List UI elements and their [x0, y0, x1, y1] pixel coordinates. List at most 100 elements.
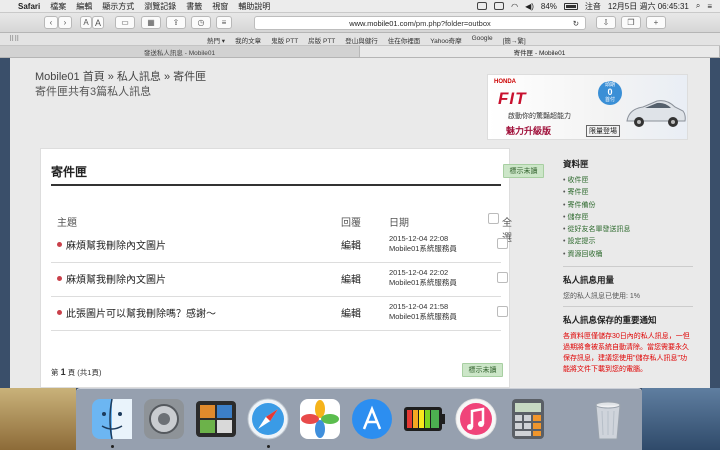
mark-unread-button-top[interactable]: 標示未讀 [503, 164, 544, 178]
screen-share-icon[interactable] [477, 2, 488, 10]
edit-link[interactable]: 編輯 [341, 271, 361, 286]
breadcrumb[interactable]: Mobile01 首頁 » 私人訊息 » 寄件匣 [35, 68, 206, 84]
sidebar-item-saved[interactable]: 儲存匣 [563, 212, 693, 224]
dock [76, 388, 642, 450]
history-button[interactable]: ◷ [191, 16, 211, 29]
safari-icon[interactable] [246, 397, 290, 441]
calculator-icon[interactable] [506, 397, 550, 441]
share-button[interactable]: ⇪ [166, 16, 186, 29]
menu-edit[interactable]: 編輯 [76, 1, 92, 12]
date-text: 2015-12-04 22:02 [389, 268, 449, 277]
menu-window[interactable]: 視窗 [212, 1, 228, 12]
battery-app-icon[interactable] [402, 397, 446, 441]
download-icon: ⇩ [602, 18, 610, 27]
fav-item[interactable]: Google [472, 35, 493, 45]
sidebar: 資料匣 收件匣 寄件匣 寄件備份 儲存匣 從好友名單發送訊息 設定提示 資源回收… [563, 158, 693, 375]
unread-dot-icon [57, 310, 62, 315]
reload-icon[interactable]: ↻ [573, 19, 579, 28]
row-checkbox[interactable] [497, 306, 508, 317]
address-host: www.mobile01.com [349, 18, 414, 28]
menu-app-name[interactable]: Safari [18, 2, 40, 11]
fav-item[interactable]: 登山與健行 [345, 35, 378, 45]
select-all-checkbox[interactable] [488, 213, 499, 224]
fav-item[interactable]: 我的文章 [235, 35, 261, 45]
downloads-button[interactable]: ⇩ [596, 16, 616, 29]
browser-toolbar: ‹ › A A ▭ ▦ ⇪ ◷ ≡ www.mobile01.com/pm.ph… [0, 13, 720, 33]
input-method[interactable]: 注音 [585, 1, 601, 12]
fav-item[interactable]: [簡→繁] [503, 35, 526, 45]
row-checkbox[interactable] [497, 238, 508, 249]
menu-bookmarks[interactable]: 書籤 [186, 1, 202, 12]
fav-item[interactable]: Yahoo奇摩 [430, 35, 461, 45]
fav-item[interactable]: 鬼版 PTT [271, 35, 298, 45]
col-date: 日期 [389, 218, 409, 229]
photos-icon[interactable] [298, 397, 342, 441]
message-subject[interactable]: 此張圖片可以幫我刪除嗎？感謝～ [66, 305, 216, 320]
menu-file[interactable]: 檔案 [50, 1, 66, 12]
sidebar-item-inbox[interactable]: 收件匣 [563, 175, 693, 187]
top-sites-icon[interactable]: ⠿⠿ [9, 35, 19, 43]
trash-icon[interactable] [586, 397, 630, 441]
col-reply: 回覆 [341, 218, 361, 229]
font-larger-button[interactable]: A [92, 16, 104, 29]
fav-item[interactable]: 房版 PTT [308, 35, 335, 45]
battery-icon[interactable] [563, 2, 578, 10]
wifi-icon[interactable]: ◠ [511, 2, 518, 11]
reader-button[interactable]: ≡ [216, 16, 232, 29]
forward-button[interactable]: › [58, 16, 72, 29]
sidebar-item-notification-settings[interactable]: 設定提示 [563, 236, 693, 248]
address-bar[interactable]: www.mobile01.com/pm.php?folder=outbox ↻ [254, 16, 586, 30]
menu-history[interactable]: 瀏覽記錄 [144, 1, 176, 12]
date-text: 2015-12-04 22:08 [389, 234, 449, 243]
itunes-icon[interactable] [454, 397, 498, 441]
activity-icon[interactable] [194, 397, 238, 441]
edit-link[interactable]: 編輯 [341, 237, 361, 252]
reader-icon: ≡ [221, 18, 227, 27]
message-subject[interactable]: 麻煩幫我刪除內文圖片 [66, 271, 166, 286]
back-button[interactable]: ‹ [44, 16, 58, 29]
pager-current[interactable]: 1 [61, 367, 66, 377]
pager-prefix: 第 [51, 368, 59, 377]
badge-bot: 首付 [604, 96, 615, 103]
system-preferences-icon[interactable] [142, 397, 186, 441]
fav-item[interactable]: 住在你裡面 [388, 35, 421, 45]
show-all-tabs-button[interactable]: ▦ [141, 16, 161, 29]
menu-help[interactable]: 輔助說明 [238, 1, 270, 12]
mark-unread-button-bottom[interactable]: 標示未讀 [462, 363, 503, 377]
tabs-overview-button[interactable]: ❐ [621, 16, 641, 29]
banner-tagline: 啟動你的驚豔超能力 [508, 113, 571, 120]
font-smaller-button[interactable]: A [80, 16, 92, 29]
banner-brand: HONDA [494, 79, 516, 85]
fav-item[interactable]: 熱門 ▾ [207, 35, 225, 45]
col-subject: 主題 [57, 218, 77, 229]
edit-link[interactable]: 編輯 [341, 305, 361, 320]
message-date: 2015-12-04 21:58 Mobile01系統服務員 [389, 302, 457, 322]
sidebar-item-sent-backup[interactable]: 寄件備份 [563, 200, 693, 212]
tab-send-message[interactable]: 發送私人訊息 - Mobile01 [0, 46, 360, 57]
outbox-panel: 寄件匣 標示未讀 主題 回覆 日期 全選 麻煩幫我刪除內文圖片 編輯 2015-… [40, 148, 544, 388]
menu-clock[interactable]: 12月5日 週六 06:45:31 [608, 1, 689, 12]
sender-text: Mobile01系統服務員 [389, 278, 457, 287]
app-store-icon[interactable] [350, 397, 394, 441]
tab-outbox[interactable]: 寄件匣 - Mobile01 [360, 46, 720, 57]
notification-center-icon[interactable]: ≡ [707, 2, 712, 11]
display-icon[interactable] [494, 2, 505, 10]
usage-section: 私人訊息用量 您的私人訊息已使用: 1% [563, 274, 693, 308]
sidebar-toggle-button[interactable]: ▭ [115, 16, 135, 29]
ad-banner[interactable]: HONDA FIT 啟動你的驚豔超能力 魅力升級版 限量登場 ≫ 頭期 0 首付 [487, 74, 688, 140]
spotlight-icon[interactable]: ⌕ [696, 1, 700, 11]
tab-bar: 發送私人訊息 - Mobile01 寄件匣 - Mobile01 [0, 46, 720, 58]
car-image [626, 100, 686, 127]
table-row: 麻煩幫我刪除內文圖片 編輯 2015-12-04 22:08 Mobile01系… [51, 229, 508, 263]
sidebar-item-send-from-friends[interactable]: 從好友名單發送訊息 [563, 224, 693, 236]
menu-view[interactable]: 顯示方式 [102, 1, 134, 12]
sidebar-item-trash[interactable]: 資源回收桶 [563, 249, 693, 261]
new-tab-button[interactable]: + [646, 16, 666, 29]
notice-title: 私人訊息保存的重要通知 [563, 315, 657, 326]
finder-icon[interactable] [90, 397, 134, 441]
chevron-left-icon: ‹ [49, 18, 53, 27]
message-subject[interactable]: 麻煩幫我刪除內文圖片 [66, 237, 166, 252]
row-checkbox[interactable] [497, 272, 508, 283]
sidebar-item-outbox[interactable]: 寄件匣 [563, 187, 693, 199]
volume-icon[interactable]: ◀) [525, 2, 534, 11]
